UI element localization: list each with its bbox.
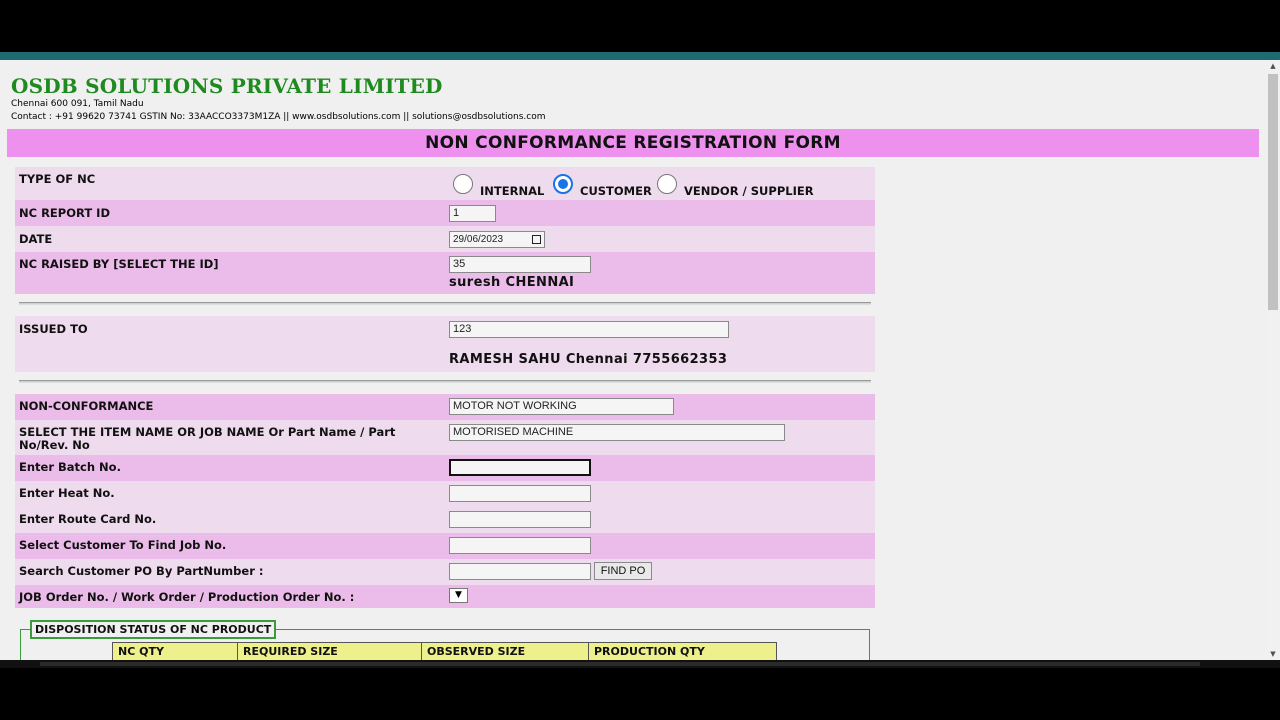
hscroll-thumb[interactable]	[40, 662, 1200, 666]
batch-no-label: Enter Batch No.	[19, 460, 121, 474]
disposition-legend: DISPOSITION STATUS OF NC PRODUCT	[30, 620, 277, 639]
video-bottom-bar	[0, 660, 1280, 720]
row-type-of-nc: TYPE OF NC INTERNAL CUSTOMER VENDOR / SU…	[15, 167, 875, 200]
issued-to-name: RAMESH SAHU Chennai 7755662353	[449, 352, 728, 367]
route-card-input[interactable]	[449, 511, 591, 528]
raised-by-input[interactable]: 35	[449, 256, 591, 273]
radio-vendor-label: VENDOR / SUPPLIER	[684, 184, 814, 198]
radio-vendor-supplier[interactable]	[657, 174, 677, 194]
issued-to-label: ISSUED TO	[19, 322, 88, 336]
report-id-input[interactable]: 1	[449, 205, 496, 222]
find-po-button[interactable]: FIND PO	[594, 562, 652, 580]
non-conformance-input[interactable]: MOTOR NOT WORKING	[449, 398, 674, 415]
company-contact: Contact : +91 99620 73741 GSTIN No: 33AA…	[11, 112, 546, 122]
row-job-order: JOB Order No. / Work Order / Production …	[15, 585, 875, 608]
customer-job-label: Select Customer To Find Job No.	[19, 538, 227, 552]
company-name: OSDB SOLUTIONS PRIVATE LIMITED	[11, 74, 443, 98]
non-conformance-label: NON-CONFORMANCE	[19, 399, 154, 413]
date-value: 29/06/2023	[453, 234, 504, 245]
route-card-label: Enter Route Card No.	[19, 512, 157, 526]
scroll-down-icon[interactable]: ▼	[1266, 648, 1280, 660]
item-name-label: SELECT THE ITEM NAME OR JOB NAME Or Part…	[19, 425, 396, 439]
row-customer-job: Select Customer To Find Job No.	[15, 533, 875, 559]
row-non-conformance: NON-CONFORMANCE MOTOR NOT WORKING	[15, 394, 875, 420]
radio-customer[interactable]	[553, 174, 573, 194]
radio-customer-label: CUSTOMER	[580, 184, 652, 198]
row-report-id: NC REPORT ID 1	[15, 200, 875, 226]
customer-po-input[interactable]	[449, 563, 591, 580]
type-of-nc-label: TYPE OF NC	[19, 172, 96, 186]
table-header-required-size: REQUIRED SIZE	[237, 642, 422, 660]
horizontal-scrollbar[interactable]	[0, 660, 1280, 668]
row-heat-no: Enter Heat No.	[15, 481, 875, 507]
row-batch-no: Enter Batch No.	[15, 455, 875, 481]
row-customer-po: Search Customer PO By PartNumber : FIND …	[15, 559, 875, 585]
form-title: NON CONFORMANCE REGISTRATION FORM	[7, 129, 1259, 157]
table-header-observed-size: OBSERVED SIZE	[421, 642, 589, 660]
row-item-name: SELECT THE ITEM NAME OR JOB NAME Or Part…	[15, 420, 875, 455]
date-input[interactable]: 29/06/2023	[449, 231, 545, 248]
row-date: DATE 29/06/2023	[15, 226, 875, 252]
chevron-down-icon: ▼	[455, 590, 462, 600]
issued-to-input[interactable]: 123	[449, 321, 729, 338]
heat-no-label: Enter Heat No.	[19, 486, 115, 500]
raised-by-name: suresh CHENNAI	[449, 275, 575, 290]
report-id-label: NC REPORT ID	[19, 206, 110, 220]
job-order-label: JOB Order No. / Work Order / Production …	[19, 590, 355, 604]
batch-no-input[interactable]	[449, 459, 591, 476]
row-route-card: Enter Route Card No.	[15, 507, 875, 533]
job-order-select[interactable]: ▼	[449, 588, 468, 603]
scrollbar-thumb[interactable]	[1268, 74, 1278, 310]
heat-no-input[interactable]	[449, 485, 591, 502]
video-top-bar	[0, 0, 1280, 52]
row-issued-to: ISSUED TO 123 RAMESH SAHU Chennai 775566…	[15, 316, 875, 372]
vertical-scrollbar[interactable]: ▲ ▼	[1266, 60, 1280, 660]
customer-job-input[interactable]	[449, 537, 591, 554]
table-header-production-qty: PRODUCTION QTY	[588, 642, 777, 660]
calendar-icon[interactable]	[532, 235, 541, 244]
radio-internal[interactable]	[453, 174, 473, 194]
raised-by-label: NC RAISED BY [SELECT THE ID]	[19, 257, 219, 271]
radio-internal-label: INTERNAL	[480, 184, 545, 198]
divider	[19, 302, 871, 305]
item-name-input[interactable]: MOTORISED MACHINE	[449, 424, 785, 441]
table-header-nc-qty: NC QTY	[112, 642, 238, 660]
company-address: Chennai 600 091, Tamil Nadu	[11, 99, 144, 109]
browser-accent-strip	[0, 52, 1280, 60]
customer-po-label: Search Customer PO By PartNumber :	[19, 564, 264, 578]
page-viewport: OSDB SOLUTIONS PRIVATE LIMITED Chennai 6…	[0, 60, 1266, 660]
scroll-up-icon[interactable]: ▲	[1266, 60, 1280, 72]
date-label: DATE	[19, 232, 53, 246]
divider	[19, 380, 871, 383]
item-name-label-line2: No/Rev. No	[19, 438, 90, 452]
row-raised-by: NC RAISED BY [SELECT THE ID] 35 suresh C…	[15, 252, 875, 294]
